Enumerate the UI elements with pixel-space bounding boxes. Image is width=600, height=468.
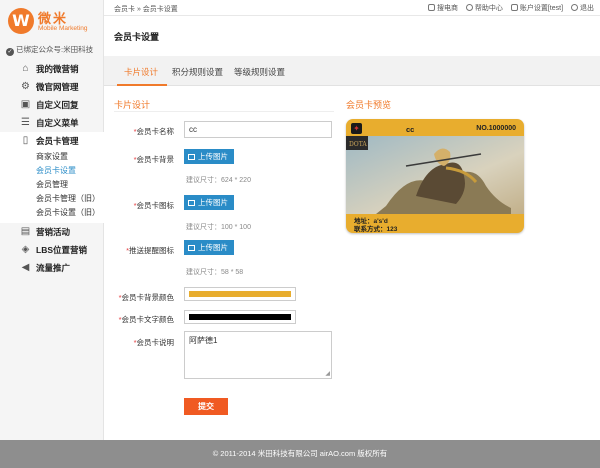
sidebar-sub-members[interactable]: 会员管理: [0, 178, 104, 192]
preview-title: 会员卡预览: [346, 100, 392, 110]
upload-bg-button[interactable]: 上传图片: [184, 149, 234, 164]
top-link-help[interactable]: 帮助中心: [465, 4, 503, 12]
sidebar-item-label: 微官网管理: [36, 82, 79, 92]
text-color-input[interactable]: [184, 310, 296, 324]
top-link-ecommerce[interactable]: 搜电商: [427, 4, 458, 12]
text-color-swatch: [189, 314, 291, 320]
sidebar-item-card-management[interactable]: ▯ 会员卡管理: [0, 132, 104, 150]
sidebar-item-lbs[interactable]: ◈ LBS位置营销: [0, 241, 104, 259]
label-card-desc: *会员卡说明: [133, 338, 174, 347]
tab-level-rules[interactable]: 等级规则设置: [234, 66, 285, 78]
sidebar-sub-merchant[interactable]: 商家设置: [0, 150, 104, 164]
sidebar-item-website[interactable]: ⚙ 微官网管理: [0, 78, 104, 96]
card-logo-text: DOTA: [349, 141, 367, 148]
sidebar-sub-card-settings[interactable]: 会员卡设置: [0, 164, 104, 178]
reply-icon: ▣: [20, 99, 31, 110]
home-icon: ⌂: [22, 63, 29, 74]
sidebar-item-activities[interactable]: ▤ 营销活动: [0, 223, 104, 241]
footer: © 2011-2014 米田科技有限公司 airAO.com 版权所有: [0, 440, 600, 468]
image-icon: [188, 200, 195, 206]
upload-icon-button[interactable]: 上传图片: [184, 195, 234, 210]
form-section-title: 卡片设计: [114, 100, 151, 110]
bg-color-swatch: [189, 291, 291, 297]
sidebar-sub-settings-old[interactable]: 会员卡设置（旧）: [0, 206, 104, 220]
card-desc-value: 阿萨德1: [189, 336, 218, 345]
menu-icon: ☰: [21, 117, 30, 128]
sidebar-item-label: 自定义菜单: [36, 118, 79, 128]
section-divider: [114, 111, 334, 112]
resize-handle[interactable]: ◢: [325, 371, 330, 377]
member-card-preview: ✦ cc NO.1000000 DOTA 地址：a's'd 联系方式：123: [346, 119, 524, 233]
top-bar: 会员卡 » 会员卡设置 搜电商 帮助中心 账户设置[test] 退出: [104, 0, 600, 16]
logo-name-en: Mobile Marketing: [38, 25, 88, 32]
card-contact: 联系方式：123: [354, 226, 398, 233]
label-card-name: *会员卡名称: [133, 127, 174, 136]
cart-icon: [427, 4, 435, 11]
sidebar-item-label: 营销活动: [36, 227, 71, 237]
tab-points-rules[interactable]: 积分规则设置: [172, 66, 223, 78]
sidebar-item-label: 我的微营销: [36, 64, 79, 74]
sidebar-item-label: 自定义回复: [36, 100, 79, 110]
label-card-bg: *会员卡背景: [133, 155, 174, 164]
bound-account: ✓ 已绑定公众号:米田科技: [6, 44, 93, 56]
bound-account-text: 已绑定公众号:米田科技: [16, 45, 94, 54]
label-push-icon: *推送提醒图标: [126, 246, 174, 255]
breadcrumb[interactable]: 会员卡 » 会员卡设置: [114, 4, 178, 14]
tab-card-design[interactable]: 卡片设计: [124, 66, 158, 78]
label-text-color: *会员卡文字颜色: [118, 315, 174, 324]
active-tab-indicator: [117, 84, 167, 86]
sidebar-item-auto-reply[interactable]: ▣ 自定义回复: [0, 96, 104, 114]
sidebar-item-my-marketing[interactable]: ⌂ 我的微营销: [0, 60, 104, 78]
megaphone-icon: ◀: [21, 262, 30, 273]
power-icon: [571, 4, 578, 11]
card-name-input[interactable]: cc: [184, 121, 332, 138]
check-icon: ✓: [6, 48, 14, 56]
tabs-bar: 卡片设计 积分规则设置 等级规则设置: [104, 56, 600, 86]
icon-size-hint: 建议尺寸：100 * 100: [186, 224, 251, 231]
push-size-hint: 建议尺寸：58 * 58: [186, 269, 244, 276]
gear-icon: ⚙: [21, 81, 30, 92]
sidebar-sub-card-old[interactable]: 会员卡管理（旧）: [0, 192, 104, 206]
label-card-icon: *会员卡图标: [133, 201, 174, 210]
label-bg-color: *会员卡背景颜色: [118, 293, 174, 302]
sidebar-nav: ⌂ 我的微营销 ⚙ 微官网管理 ▣ 自定义回复 ☰ 自定义菜单 ▯ 会员卡管理 商家设置 …: [0, 60, 104, 277]
image-icon: [188, 245, 195, 251]
submit-button[interactable]: 提交: [184, 398, 228, 415]
sidebar-item-label: 会员卡管理: [36, 136, 79, 146]
logo[interactable]: W 微米 Mobile Marketing: [8, 6, 100, 38]
card-logo-icon: ✦: [351, 123, 362, 134]
page-title: 会员卡设置: [114, 32, 160, 42]
phone-icon: ▯: [22, 135, 29, 146]
top-link-account[interactable]: 账户设置[test]: [510, 4, 563, 12]
location-icon: ◈: [21, 244, 30, 255]
card-name: cc: [406, 125, 415, 134]
logo-mark: W: [8, 8, 34, 34]
top-link-logout[interactable]: 退出: [571, 4, 594, 12]
sidebar-item-promotion[interactable]: ◀ 流量推广: [0, 259, 104, 277]
sidebar-group-card: ▯ 会员卡管理 商家设置 会员卡设置 会员管理 会员卡管理（旧） 会员卡设置（旧）: [0, 132, 104, 223]
image-icon: [188, 154, 195, 160]
sidebar: W 微米 Mobile Marketing ✓ 已绑定公众号:米田科技 ⌂ 我的微营…: [0, 0, 104, 440]
user-icon: [510, 4, 518, 11]
card-desc-textarea[interactable]: 阿萨德1 ◢: [184, 331, 332, 379]
activity-icon: ▤: [20, 226, 31, 237]
card-background-image: DOTA: [346, 136, 524, 214]
sidebar-item-custom-menu[interactable]: ☰ 自定义菜单: [0, 114, 104, 132]
bg-color-input[interactable]: [184, 287, 296, 301]
top-links: 搜电商 帮助中心 账户设置[test] 退出: [422, 3, 594, 13]
sidebar-item-label: LBS位置营销: [36, 245, 88, 255]
help-icon: [465, 4, 473, 11]
bg-size-hint: 建议尺寸：624 * 220: [186, 177, 251, 184]
card-number: NO.1000000: [476, 125, 516, 132]
sidebar-item-label: 流量推广: [36, 263, 71, 273]
upload-push-button[interactable]: 上传图片: [184, 240, 234, 255]
